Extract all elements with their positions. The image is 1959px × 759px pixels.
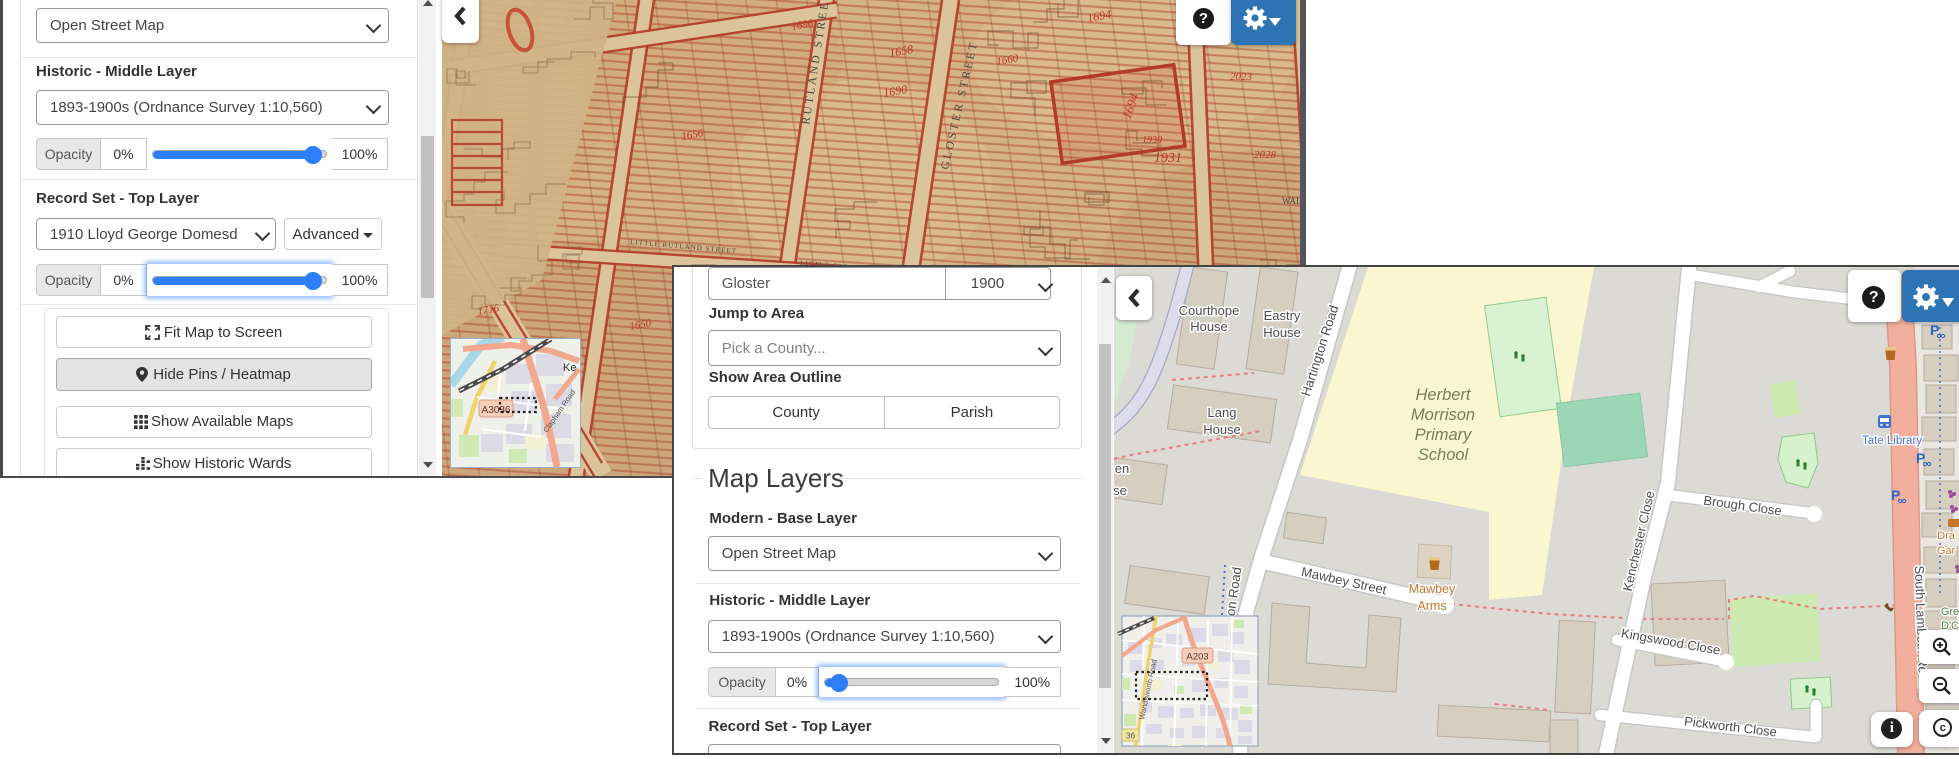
svg-text:en: en: [1115, 461, 1129, 476]
svg-text:1930: 1930: [1142, 135, 1162, 146]
svg-text:36: 36: [1126, 730, 1136, 740]
svg-text:Primary: Primary: [1414, 426, 1473, 444]
svg-text:Mawbey: Mawbey: [1409, 582, 1456, 596]
svg-text:House: House: [1263, 325, 1301, 340]
svg-text:Gre: Gre: [1941, 606, 1959, 618]
svg-text:se: se: [1114, 483, 1127, 498]
svg-text:Lang: Lang: [1207, 405, 1236, 420]
svg-text:House: House: [1190, 319, 1228, 334]
svg-text:2023: 2023: [1230, 71, 1253, 83]
svg-text:2028: 2028: [1254, 149, 1277, 161]
svg-text:Eastry: Eastry: [1263, 308, 1300, 323]
svg-text:School: School: [1418, 446, 1470, 464]
svg-text:Tate Library: Tate Library: [1862, 435, 1922, 447]
svg-text:Ke: Ke: [563, 362, 576, 374]
svg-text:A3036: A3036: [482, 405, 511, 416]
svg-text:1931: 1931: [1154, 151, 1182, 166]
svg-text:Arms: Arms: [1417, 599, 1446, 613]
svg-text:Morrison: Morrison: [1411, 406, 1475, 424]
svg-text:Dra: Dra: [1937, 530, 1956, 542]
svg-text:A203: A203: [1186, 651, 1208, 662]
svg-text:Courthope: Courthope: [1178, 303, 1239, 318]
svg-text:WAL: WAL: [1282, 196, 1300, 206]
svg-text:Gar: Gar: [1937, 545, 1956, 557]
svg-text:House: House: [1203, 422, 1241, 437]
svg-text:Herbert: Herbert: [1415, 386, 1471, 404]
